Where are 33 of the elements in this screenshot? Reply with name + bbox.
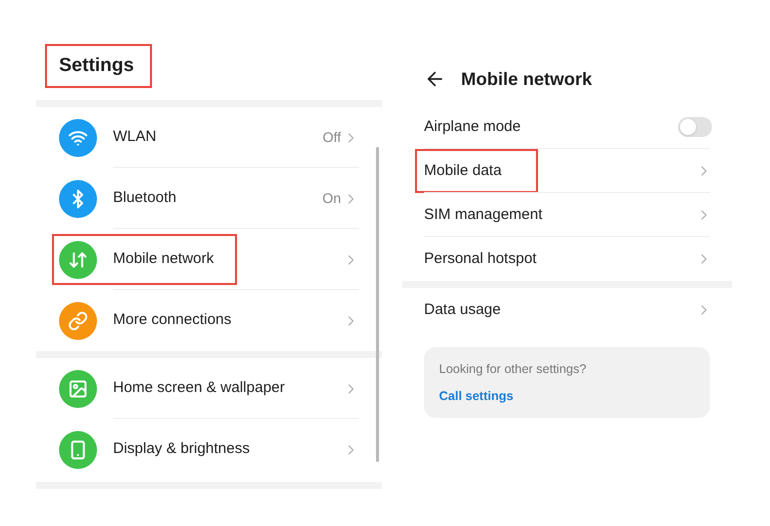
row-label: Bluetooth xyxy=(113,188,176,208)
page-title: Mobile network xyxy=(461,68,592,90)
row-label: WLAN xyxy=(113,127,156,148)
settings-row[interactable]: Data usage xyxy=(402,288,732,332)
page-title: Settings xyxy=(59,54,134,78)
settings-row[interactable]: Mobile data xyxy=(402,149,732,193)
row-label: Data usage xyxy=(424,300,501,320)
row-label: Display & brightness xyxy=(113,439,250,460)
phone-icon xyxy=(68,440,88,460)
row-value: On xyxy=(322,189,341,208)
row-label: More connections xyxy=(113,310,232,330)
settings-row[interactable]: SIM management xyxy=(402,193,732,237)
image-icon xyxy=(68,378,88,398)
row-label: Home screen & wallpaper xyxy=(113,378,285,398)
settings-row[interactable]: Mobile network xyxy=(36,229,382,290)
row-label: SIM management xyxy=(424,204,542,225)
settings-row[interactable]: Home screen & wallpaper xyxy=(36,358,382,419)
settings-row[interactable]: Airplane mode xyxy=(402,105,732,149)
toggle-switch[interactable] xyxy=(678,117,712,137)
row-label: Mobile network xyxy=(113,249,214,270)
up-down-arrows-icon xyxy=(68,250,88,270)
row-label: Airplane mode xyxy=(424,116,521,137)
suggestion-text: Looking for other settings? xyxy=(439,360,588,378)
settings-row[interactable]: More connections xyxy=(36,290,382,351)
call-settings-link[interactable]: Call settings xyxy=(439,386,710,406)
settings-row[interactable]: Display & brightness xyxy=(36,419,382,480)
row-value: Off xyxy=(322,128,341,147)
link-icon xyxy=(68,310,88,330)
row-label: Mobile data xyxy=(424,160,502,181)
settings-row[interactable]: Bluetooth On xyxy=(36,168,382,229)
settings-row[interactable]: WLAN Off xyxy=(36,107,382,168)
settings-row[interactable]: Personal hotspot xyxy=(402,237,732,281)
row-label: Personal hotspot xyxy=(424,248,537,269)
